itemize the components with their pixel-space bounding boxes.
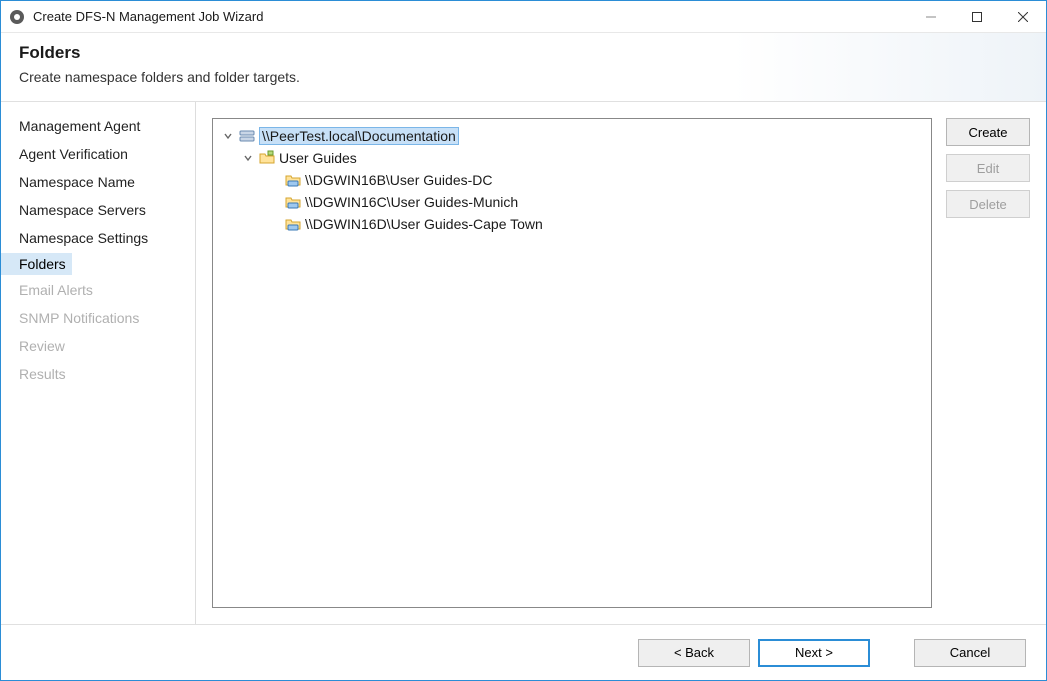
- next-button[interactable]: Next >: [758, 639, 870, 667]
- create-button[interactable]: Create: [946, 118, 1030, 146]
- cancel-button[interactable]: Cancel: [914, 639, 1026, 667]
- wizard-steps-sidebar: Management Agent Agent Verification Name…: [1, 102, 196, 624]
- maximize-button[interactable]: [954, 1, 1000, 32]
- tree-node-target[interactable]: \\DGWIN16C\User Guides-Munich: [217, 191, 927, 213]
- tree-node-target[interactable]: \\DGWIN16D\User Guides-Cape Town: [217, 213, 927, 235]
- folder-group-icon: [259, 150, 275, 166]
- step-namespace-name[interactable]: Namespace Name: [1, 169, 195, 195]
- tree-node-label[interactable]: \\PeerTest.local\Documentation: [259, 127, 459, 145]
- page-title: Folders: [19, 43, 1028, 63]
- edit-button: Edit: [946, 154, 1030, 182]
- close-button[interactable]: [1000, 1, 1046, 32]
- delete-button: Delete: [946, 190, 1030, 218]
- tree-node-label[interactable]: \\DGWIN16B\User Guides-DC: [305, 172, 492, 188]
- tree-node-target[interactable]: \\DGWIN16B\User Guides-DC: [217, 169, 927, 191]
- minimize-button[interactable]: [908, 1, 954, 32]
- chevron-down-icon[interactable]: [221, 131, 235, 141]
- back-button[interactable]: < Back: [638, 639, 750, 667]
- tree-node-label[interactable]: User Guides: [279, 150, 357, 166]
- step-agent-verification[interactable]: Agent Verification: [1, 141, 195, 167]
- tree-node-label[interactable]: \\DGWIN16C\User Guides-Munich: [305, 194, 518, 210]
- tree-node-folder[interactable]: User Guides: [217, 147, 927, 169]
- server-icon: [239, 128, 255, 144]
- titlebar: Create DFS-N Management Job Wizard: [1, 1, 1046, 33]
- step-review: Review: [1, 333, 195, 359]
- folders-tree[interactable]: \\PeerTest.local\Documentation User Guid…: [212, 118, 932, 608]
- step-management-agent[interactable]: Management Agent: [1, 113, 195, 139]
- chevron-down-icon[interactable]: [241, 153, 255, 163]
- folder-target-icon: [285, 172, 301, 188]
- wizard-footer: < Back Next > Cancel: [1, 624, 1046, 680]
- app-icon: [9, 9, 25, 25]
- step-snmp-notifications: SNMP Notifications: [1, 305, 195, 331]
- page-subtitle: Create namespace folders and folder targ…: [19, 69, 1028, 85]
- step-folders[interactable]: Folders: [1, 253, 72, 275]
- window-controls: [908, 1, 1046, 32]
- folder-target-icon: [285, 216, 301, 232]
- folder-target-icon: [285, 194, 301, 210]
- tree-actions: Create Edit Delete: [946, 118, 1030, 608]
- step-namespace-servers[interactable]: Namespace Servers: [1, 197, 195, 223]
- tree-node-label[interactable]: \\DGWIN16D\User Guides-Cape Town: [305, 216, 543, 232]
- step-email-alerts: Email Alerts: [1, 277, 195, 303]
- tree-node-namespace-root[interactable]: \\PeerTest.local\Documentation: [217, 125, 927, 147]
- step-namespace-settings[interactable]: Namespace Settings: [1, 225, 195, 251]
- window-title: Create DFS-N Management Job Wizard: [33, 9, 908, 24]
- main-content: \\PeerTest.local\Documentation User Guid…: [196, 102, 1046, 624]
- step-results: Results: [1, 361, 195, 387]
- wizard-banner: Folders Create namespace folders and fol…: [1, 33, 1046, 102]
